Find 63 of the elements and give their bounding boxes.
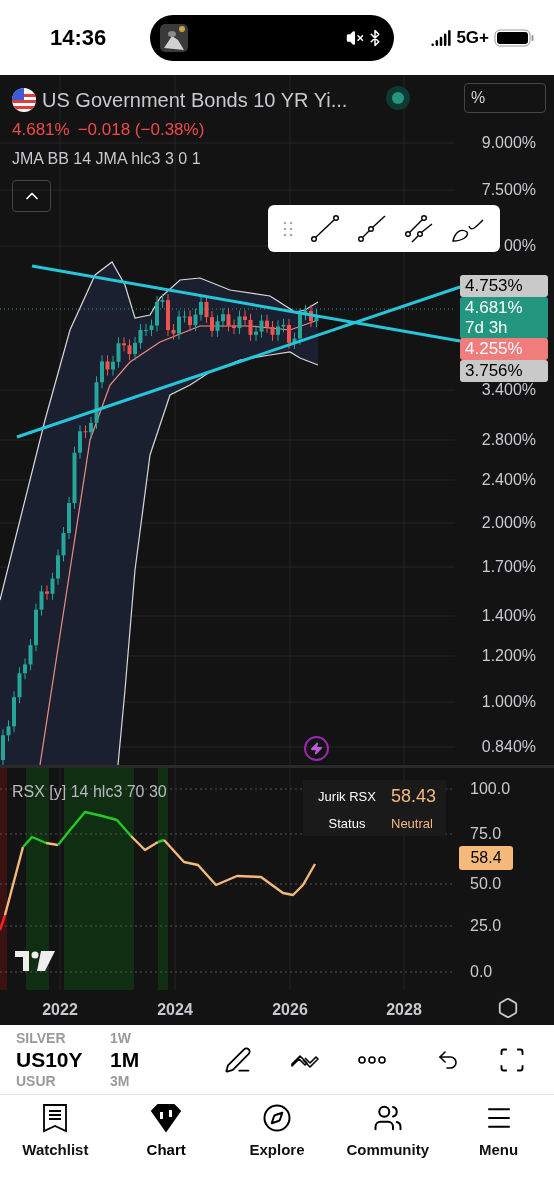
ray-tool-icon[interactable] [356,213,387,244]
flag-icon [12,88,36,112]
info-label: Status [327,814,367,833]
indicator-legend: JMA BB 14 JMA hlc3 3 0 1 [12,147,201,171]
price-change: −0.018 (−0.38%) [77,119,205,141]
network-label: 5G+ [456,26,489,49]
tab-bar-item[interactable]: Explore [221,1103,333,1200]
tab-bar-item[interactable]: Chart [110,1103,222,1200]
time-axis-label: 2026 [272,1000,308,1020]
price-axis-label: 1.700% [481,557,536,577]
price-scale-badge: 3.756% [460,360,548,382]
price-axis-label: 1.200% [481,646,536,666]
tab-bar-item[interactable]: Watchlist [0,1103,111,1200]
price-axis-label: 2.800% [481,430,536,450]
tab-bar-item[interactable]: Menu [443,1103,554,1200]
drag-handle-icon[interactable] [282,220,293,237]
interval-option[interactable]: 1M [110,1045,200,1074]
scale-button[interactable]: % [464,83,546,113]
price-axis-label: 1.400% [481,606,536,626]
info-value: Neutral [391,814,433,833]
lightning-icon [310,742,323,755]
rsx-legend: RSX [y] 14 hlc3 70 30 [12,780,167,804]
mute-icon [346,28,364,47]
parallel-channel-tool-icon[interactable] [404,213,435,244]
tab-bar-item[interactable]: Community [332,1103,444,1200]
price-scale-badge: 4.681% 7d 3h [460,297,548,339]
info-value: 58.43 [391,784,437,808]
rsx-axis-label: 0.0 [470,962,493,982]
price-scale-badge: 4.753% [460,275,548,297]
price-axis-label: 9.000% [481,133,536,153]
rsx-value-badge: 58.4 [459,846,513,870]
settings-icon[interactable] [497,997,519,1019]
alert-button[interactable] [304,736,329,761]
price-scale-badge: 4.255% [460,338,548,360]
trend-line-tool-icon[interactable] [309,213,340,244]
pen-icon[interactable] [224,1045,252,1074]
price-axis-label: 7.500% [481,180,536,200]
document-bookmark-icon [42,1103,69,1133]
last-price: 4.681% [12,119,70,141]
time-axis-label: 2024 [157,1000,193,1020]
symbol-option[interactable]: US10Y [16,1045,110,1074]
more-icon[interactable] [358,1054,386,1065]
rsx-axis-label: 75.0 [470,824,502,844]
signal-icon [431,27,452,48]
price-axis-label: 3.400% [481,380,536,400]
symbol-title: US Government Bonds 10 YR Yi... [42,88,348,113]
rsx-axis-label: 100.0 [470,779,511,799]
info-label: Jurik RSX [317,787,377,806]
compass-icon [262,1103,292,1133]
rsx-axis-label: 25.0 [470,916,502,936]
people-icon [372,1103,403,1133]
candlestick-gem-icon [150,1103,183,1133]
price-axis-label: 00% [503,236,536,256]
rsx-axis-label: 50.0 [470,874,502,894]
clock: 14:36 [50,24,108,52]
price-axis-label: 2.400% [481,470,536,490]
price-axis-label: 0.840% [481,737,536,757]
battery-icon [494,28,534,47]
time-axis-label: 2022 [42,1000,78,1020]
logo-icon [15,951,55,971]
time-axis-label: 2028 [386,1000,422,1020]
price-axis-label: 2.000% [481,513,536,533]
price-axis-label: 1.000% [481,692,536,712]
